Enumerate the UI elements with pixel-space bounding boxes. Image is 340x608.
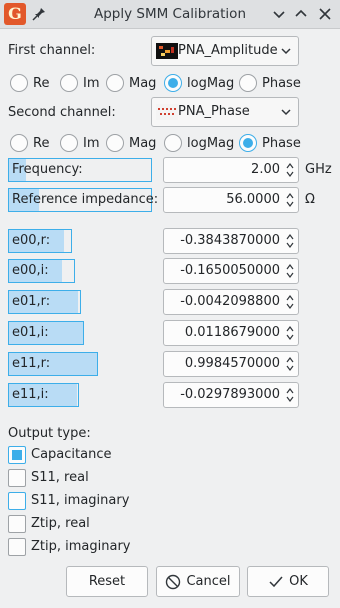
- radio-first-im[interactable]: Im: [60, 73, 100, 93]
- radio-first-mag[interactable]: Mag: [106, 73, 156, 93]
- radio-second-im[interactable]: Im: [60, 133, 100, 153]
- maximize-icon[interactable]: [292, 5, 310, 23]
- spin-arrows-icon[interactable]: [285, 161, 295, 179]
- checkbox[interactable]: [8, 538, 26, 556]
- impedance-spinbox[interactable]: 56.0000: [163, 187, 299, 213]
- first-channel-value: PNA_Amplitude: [178, 43, 278, 58]
- frequency-unit: GHz: [305, 162, 332, 177]
- window-title: Apply SMM Calibration: [93, 6, 246, 22]
- radio-second-logmag[interactable]: logMag: [164, 133, 234, 153]
- coef-spinbox-e00r[interactable]: -0.3843870000: [163, 228, 299, 254]
- channel-thumbnail-icon: [156, 104, 178, 120]
- channel-thumbnail-icon: [156, 43, 178, 59]
- coef-spinbox-e01i[interactable]: 0.0118679000: [163, 320, 299, 346]
- spin-arrows-icon[interactable]: [285, 355, 295, 373]
- radio-first-re[interactable]: Re: [10, 73, 49, 93]
- coef-spinbox-e01r[interactable]: -0.0042098800: [163, 289, 299, 315]
- checkbox[interactable]: [8, 469, 26, 487]
- coef-label-e00i[interactable]: e00,i:: [8, 259, 75, 283]
- checkbox[interactable]: [8, 515, 26, 533]
- second-channel-label: Second channel:: [8, 105, 116, 120]
- minimize-icon[interactable]: [270, 5, 288, 23]
- impedance-value: 56.0000: [226, 192, 280, 207]
- first-channel-label: First channel:: [8, 43, 96, 58]
- chevron-down-icon: [281, 109, 291, 116]
- checkbox[interactable]: [8, 492, 26, 510]
- coef-label-e01r[interactable]: e01,r:: [8, 290, 81, 314]
- coef-spinbox-e00i[interactable]: -0.1650050000: [163, 258, 299, 284]
- coef-spinbox-e11i[interactable]: -0.0297893000: [163, 382, 299, 408]
- reset-button[interactable]: Reset: [66, 566, 148, 597]
- frequency-spinbox[interactable]: 2.00: [163, 157, 299, 183]
- radio-first-logmag[interactable]: logMag: [164, 73, 234, 93]
- radio-second-re[interactable]: Re: [10, 133, 49, 153]
- chevron-down-icon: [281, 48, 291, 55]
- impedance-unit: Ω: [305, 192, 315, 207]
- spin-arrows-icon[interactable]: [285, 324, 295, 342]
- coef-label-e00r[interactable]: e00,r:: [8, 229, 72, 253]
- cancel-button[interactable]: Cancel: [156, 566, 240, 597]
- second-channel-value: PNA_Phase: [178, 104, 250, 119]
- first-channel-combo[interactable]: PNA_Amplitude: [151, 36, 299, 66]
- coef-spinbox-e11r[interactable]: 0.9984570000: [163, 351, 299, 377]
- radio-first-phase[interactable]: Phase: [239, 73, 301, 93]
- close-icon[interactable]: [316, 5, 334, 23]
- second-channel-combo[interactable]: PNA_Phase: [151, 97, 299, 127]
- radio-second-mag[interactable]: Mag: [106, 133, 156, 153]
- impedance-label[interactable]: Reference impedance:: [8, 188, 158, 212]
- radio-second-phase[interactable]: Phase: [239, 133, 301, 153]
- coef-label-e01i[interactable]: e01,i:: [8, 321, 84, 345]
- cancel-icon: [166, 574, 181, 589]
- output-type-label: Output type:: [8, 426, 91, 441]
- spin-arrows-icon[interactable]: [285, 232, 295, 250]
- frequency-value: 2.00: [251, 162, 280, 177]
- checkbox[interactable]: [8, 446, 26, 464]
- coef-label-e11i[interactable]: e11,i:: [8, 383, 79, 407]
- spin-arrows-icon[interactable]: [285, 293, 295, 311]
- spin-arrows-icon[interactable]: [285, 262, 295, 280]
- coef-label-e11r[interactable]: e11,r:: [8, 352, 98, 376]
- title-bar: G Apply SMM Calibration: [0, 0, 340, 29]
- spin-arrows-icon[interactable]: [285, 191, 295, 209]
- checkmark-icon: [269, 576, 283, 587]
- frequency-label[interactable]: Frequency:: [8, 158, 152, 182]
- spin-arrows-icon[interactable]: [285, 386, 295, 404]
- ok-button[interactable]: OK: [247, 566, 329, 597]
